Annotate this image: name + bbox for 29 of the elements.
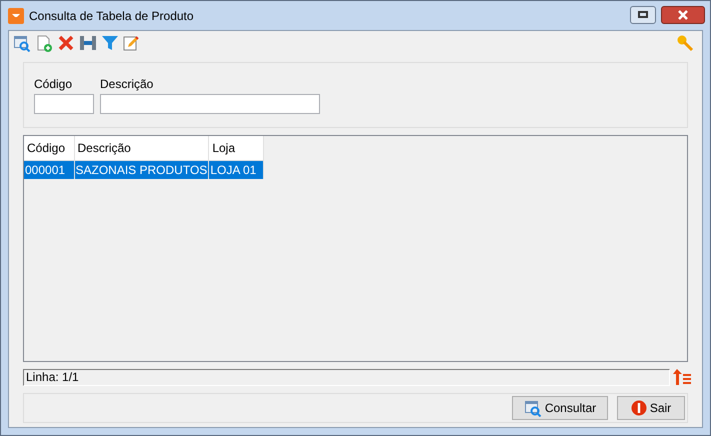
column-header[interactable]: Código xyxy=(24,136,74,160)
key-icon[interactable] xyxy=(677,34,694,52)
power-icon xyxy=(630,400,647,416)
app-icon xyxy=(8,8,24,24)
search-icon[interactable] xyxy=(13,34,31,52)
search-icon xyxy=(524,400,542,416)
table-cell: 000001 xyxy=(24,160,74,178)
edit-icon[interactable] xyxy=(123,35,139,51)
column-header[interactable]: Loja xyxy=(208,136,264,160)
search-button[interactable]: Consultar xyxy=(512,396,608,420)
input-field[interactable] xyxy=(100,94,320,114)
close-icon xyxy=(677,10,689,20)
field-label: Código xyxy=(34,76,74,89)
table-row[interactable]: 000001 SAZONAIS PRODUTOS LOJA 01 xyxy=(24,160,264,178)
window-title: Consulta de Tabela de Produto xyxy=(29,8,194,24)
table-cell: SAZONAIS PRODUTOS xyxy=(74,160,209,178)
filter-icon[interactable] xyxy=(102,35,118,51)
table-cell: LOJA 01 xyxy=(208,160,264,178)
close-button[interactable] xyxy=(661,6,705,24)
width-icon[interactable] xyxy=(79,35,97,51)
column-header[interactable]: Descrição xyxy=(74,136,209,160)
status-text: Linha: 1/1 xyxy=(26,369,79,386)
exit-button[interactable]: Sair xyxy=(617,396,685,420)
field-label: Descrição xyxy=(100,76,154,89)
input-field[interactable] xyxy=(34,94,94,114)
sort-icon[interactable] xyxy=(672,368,692,386)
add-document-icon[interactable] xyxy=(36,34,53,52)
restore-button[interactable] xyxy=(630,6,656,24)
delete-icon[interactable] xyxy=(58,35,74,51)
